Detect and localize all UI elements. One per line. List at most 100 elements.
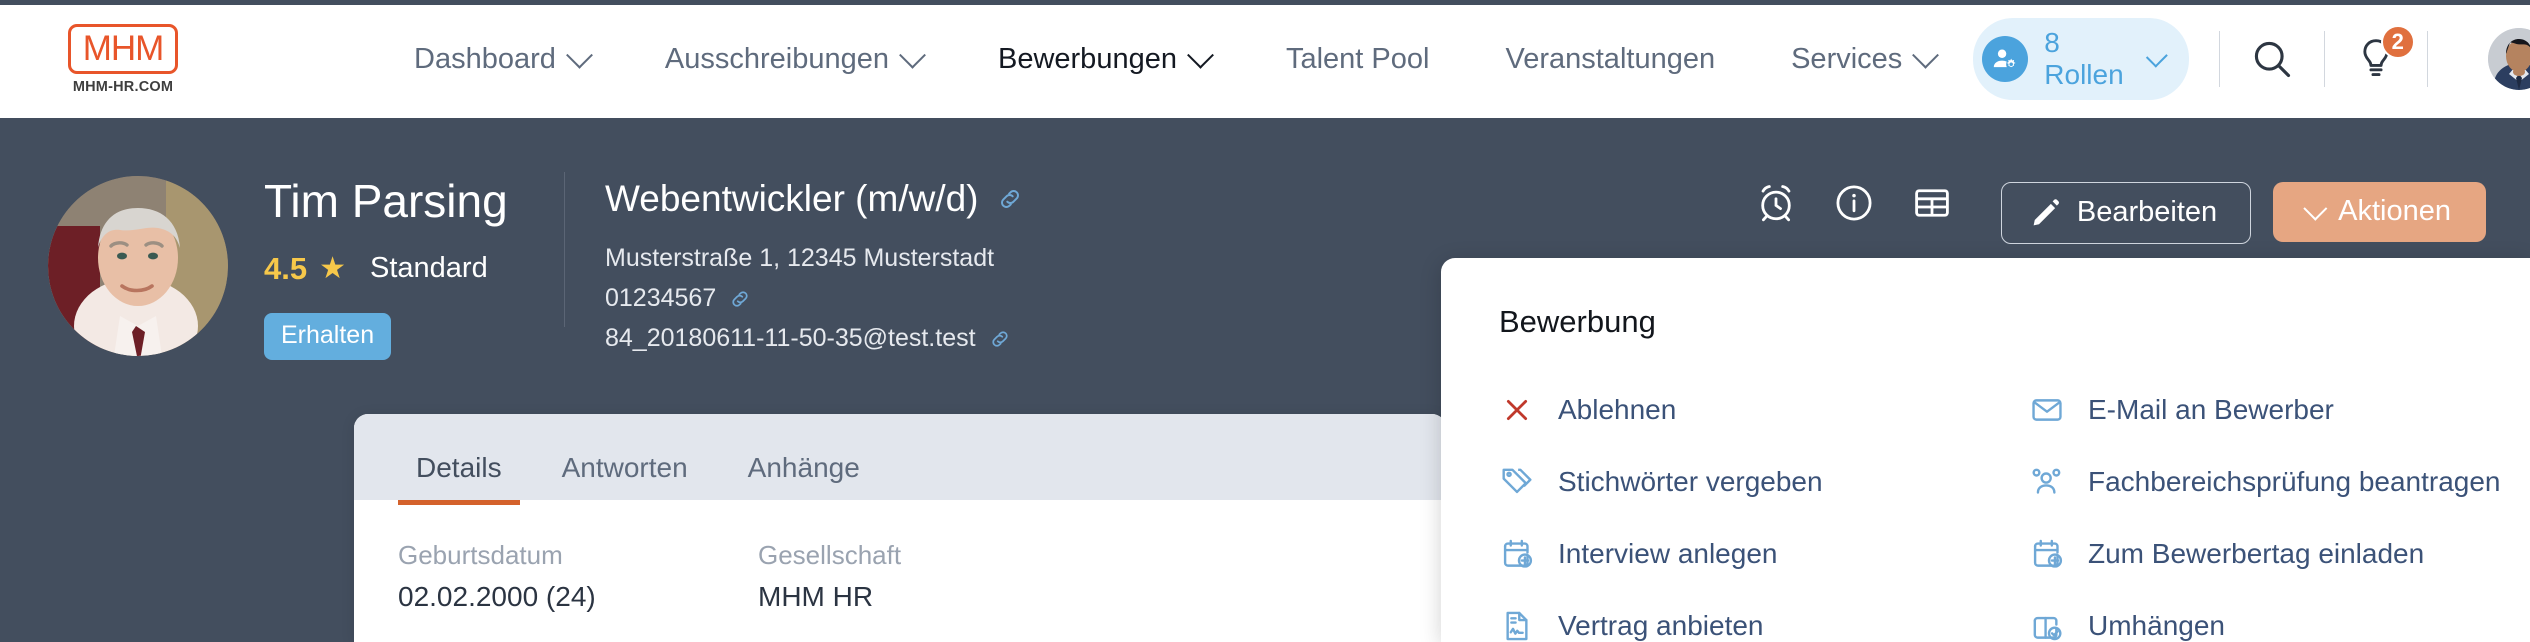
calendar-add-icon bbox=[1499, 537, 1535, 571]
chevron-down-icon bbox=[2303, 196, 2328, 221]
job-title: Webentwickler (m/w/d) bbox=[605, 178, 979, 219]
address-text: Musterstraße 1, 12345 Musterstadt bbox=[605, 244, 995, 272]
divider bbox=[2323, 31, 2325, 87]
main-menu: Dashboard Ausschreibungen Bewerbungen Ta… bbox=[376, 41, 1973, 76]
nav-item-label: Dashboard bbox=[414, 42, 556, 75]
rating-label: Standard bbox=[370, 252, 488, 285]
contact-details: Musterstraße 1, 12345 Musterstadt 012345… bbox=[605, 244, 1023, 353]
dropdown-item-zum-bewerbertag-einladen[interactable]: Zum Bewerbertag einladen bbox=[2029, 518, 2530, 590]
job-title-row: Webentwickler (m/w/d) bbox=[605, 178, 1023, 220]
tab-label: Details bbox=[416, 452, 502, 483]
navbar-right-tools: 8 Rollen 2 bbox=[1973, 18, 2530, 100]
tab-details[interactable]: Details bbox=[398, 452, 520, 505]
field-label: Geburtsdatum bbox=[398, 540, 563, 570]
star-icon: ★ bbox=[319, 251, 347, 285]
dropdown-item-label: Fachbereichsprüfung beantragen bbox=[2088, 466, 2501, 497]
nav-item-ausschreibungen[interactable]: Ausschreibungen bbox=[627, 41, 960, 76]
candidate-name: Tim Parsing bbox=[264, 175, 508, 227]
dropdown-item-label: Vertrag anbieten bbox=[1558, 610, 1764, 641]
tab-bar: Details Antworten Anhänge bbox=[354, 414, 1446, 505]
notification-badge: 2 bbox=[2380, 25, 2415, 59]
nav-item-label: Talent Pool bbox=[1285, 42, 1430, 75]
nav-item-label: Veranstaltungen bbox=[1505, 42, 1716, 75]
divider bbox=[2219, 31, 2220, 87]
tab-antworten[interactable]: Antworten bbox=[544, 452, 706, 505]
dropdown-item-interview-anlegen[interactable]: Interview anlegen bbox=[1499, 518, 2029, 590]
dropdown-title: Bewerbung bbox=[1499, 304, 1656, 339]
link-icon[interactable] bbox=[989, 328, 1011, 350]
dropdown-item-ablehnen[interactable]: Ablehnen bbox=[1499, 374, 2029, 446]
edit-button-label: Bearbeiten bbox=[2076, 196, 2218, 228]
details-panel: Details Antworten Anhänge Geburtsdatum 0… bbox=[354, 414, 1446, 642]
dropdown-item-email-an-bewerber[interactable]: E-Mail an Bewerber bbox=[2029, 374, 2530, 446]
close-x-icon bbox=[1499, 394, 1535, 426]
tags-icon bbox=[1499, 465, 1535, 499]
field-value: 02.02.2000 (24) bbox=[398, 581, 596, 612]
field-label: Gesellschaft bbox=[758, 540, 902, 570]
roles-selector[interactable]: 8 Rollen bbox=[1973, 18, 2190, 100]
search-icon[interactable] bbox=[2250, 37, 2294, 81]
dropdown-item-label: E-Mail an Bewerber bbox=[2088, 394, 2334, 425]
box-check-icon bbox=[2029, 609, 2065, 642]
avatar[interactable] bbox=[2487, 28, 2530, 90]
roles-label: 8 Rollen bbox=[2044, 27, 2124, 90]
field-gesellschaft: Gesellschaft MHM HR bbox=[758, 540, 1118, 613]
top-navigation-bar: MHM MHM-HR.COM Dashboard Ausschreibungen… bbox=[0, 0, 2530, 118]
chevron-down-icon bbox=[565, 41, 593, 69]
user-settings-icon bbox=[1982, 36, 2029, 82]
dropdown-item-vertrag-anbieten[interactable]: Vertrag anbieten bbox=[1499, 590, 2029, 642]
chevron-down-icon bbox=[1187, 41, 1214, 69]
nav-item-services[interactable]: Services bbox=[1753, 41, 1973, 76]
info-circle-icon[interactable] bbox=[1833, 182, 1875, 224]
nav-item-label: Services bbox=[1791, 42, 1903, 75]
document-contract-icon bbox=[1499, 609, 1535, 642]
phone-text: 01234567 bbox=[605, 284, 717, 312]
link-icon[interactable] bbox=[729, 288, 751, 310]
dropdown-item-label: Ablehnen bbox=[1558, 394, 1677, 425]
nav-item-talent-pool[interactable]: Talent Pool bbox=[1248, 43, 1468, 76]
field-geburtsdatum: Geburtsdatum 02.02.2000 (24) bbox=[398, 540, 758, 613]
lightbulb-icon[interactable]: 2 bbox=[2355, 25, 2415, 81]
status-badge: Erhalten bbox=[264, 312, 392, 360]
divider bbox=[2426, 31, 2428, 87]
link-icon[interactable] bbox=[997, 186, 1023, 212]
calendar-add-icon bbox=[2029, 537, 2065, 571]
logo-box: MHM bbox=[67, 23, 179, 74]
dropdown-item-umhaengen[interactable]: Umhängen bbox=[2029, 590, 2530, 642]
dropdown-item-label: Zum Bewerbertag einladen bbox=[2088, 538, 2425, 569]
nav-item-bewerbungen[interactable]: Bewerbungen bbox=[960, 41, 1248, 76]
dropdown-item-stichwoerter-vergeben[interactable]: Stichwörter vergeben bbox=[1499, 446, 2029, 518]
email-line: 84_20180611-11-50-35@test.test bbox=[605, 324, 1023, 353]
address-line: Musterstraße 1, 12345 Musterstadt bbox=[605, 244, 1023, 273]
field-value: MHM HR bbox=[758, 581, 874, 612]
envelope-icon bbox=[2029, 393, 2065, 427]
logo-subtext: MHM-HR.COM bbox=[72, 78, 174, 95]
alarm-clock-icon[interactable] bbox=[1755, 182, 1797, 224]
actions-button-label: Aktionen bbox=[2338, 195, 2451, 227]
application-window: MHM MHM-HR.COM Dashboard Ausschreibungen… bbox=[0, 0, 2530, 642]
rating-value: 4.5 bbox=[264, 250, 308, 286]
dropdown-item-label: Interview anlegen bbox=[1558, 538, 1778, 569]
pencil-icon bbox=[2031, 198, 2061, 228]
actions-dropdown-panel: Bewerbung Ablehnen E-Mail an Bewerber St… bbox=[1441, 258, 2530, 642]
users-group-icon bbox=[2029, 465, 2065, 499]
dropdown-item-fachbereichspruefung-beantragen[interactable]: Fachbereichsprüfung beantragen bbox=[2029, 446, 2530, 518]
dropdown-item-label: Umhängen bbox=[2088, 610, 2225, 641]
email-text: 84_20180611-11-50-35@test.test bbox=[605, 324, 976, 352]
logo-text: MHM bbox=[82, 28, 165, 68]
tab-anhaenge[interactable]: Anhänge bbox=[730, 452, 878, 505]
app-logo[interactable]: MHM MHM-HR.COM bbox=[48, 23, 198, 95]
chevron-down-icon bbox=[2145, 45, 2168, 68]
nav-item-veranstaltungen[interactable]: Veranstaltungen bbox=[1467, 43, 1753, 76]
rating-row: 4.5 ★ Standard bbox=[264, 251, 554, 287]
candidate-photo[interactable] bbox=[48, 176, 228, 356]
chevron-down-icon bbox=[1912, 41, 1940, 69]
nav-item-dashboard[interactable]: Dashboard bbox=[376, 41, 627, 76]
table-icon[interactable] bbox=[1911, 182, 1953, 224]
tab-label: Antworten bbox=[561, 452, 688, 483]
phone-line: 01234567 bbox=[605, 284, 1023, 313]
chevron-down-icon bbox=[899, 41, 926, 69]
edit-button[interactable]: Bearbeiten bbox=[2000, 182, 2252, 244]
actions-button[interactable]: Aktionen bbox=[2273, 182, 2486, 242]
tab-label: Anhänge bbox=[747, 452, 860, 483]
